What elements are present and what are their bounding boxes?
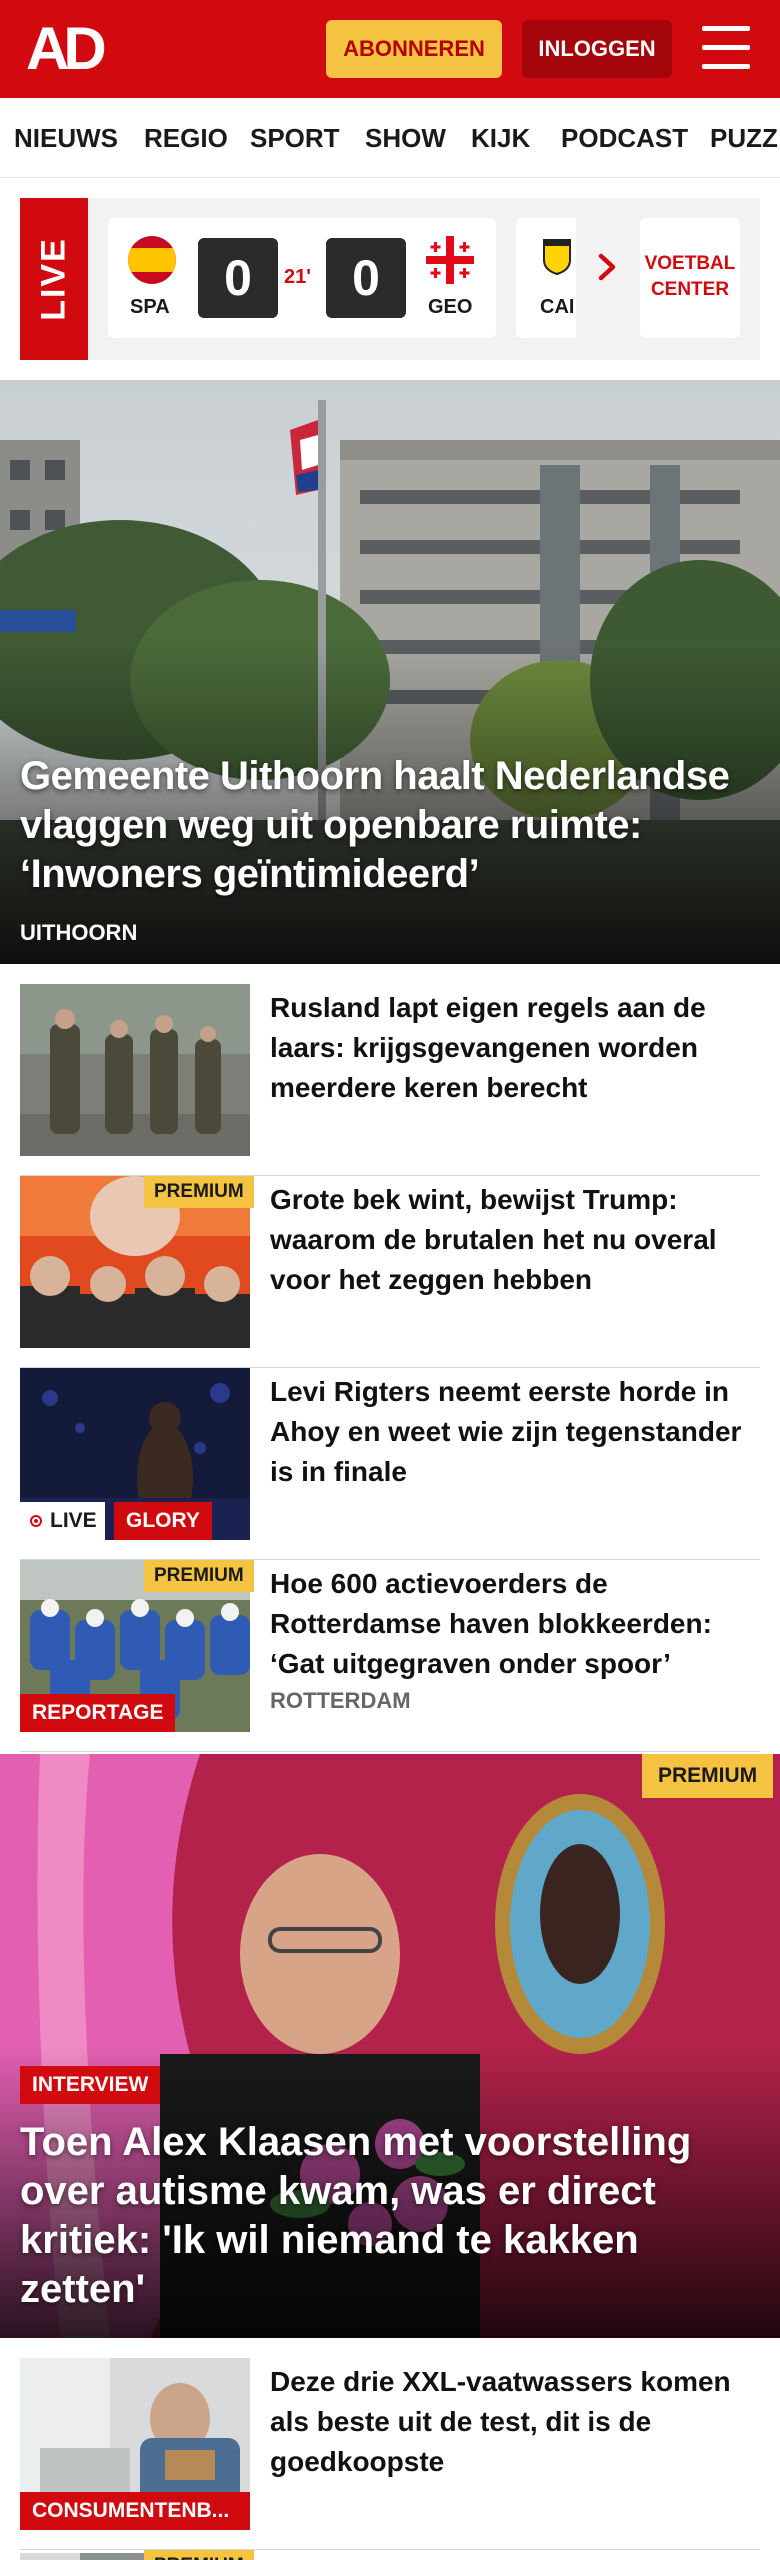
category-badge: REPORTAGE bbox=[20, 1694, 176, 1732]
article-title[interactable]: Rusland lapt eigen regels aan de laars: … bbox=[270, 988, 760, 1108]
away-team-code: GEO bbox=[428, 296, 473, 318]
main-nav: NIEUWS REGIO SPORT SHOW KIJK PODCAST PUZ… bbox=[0, 98, 780, 178]
hero-article[interactable]: Gemeente Uithoorn haalt Nederland­se vla… bbox=[0, 380, 780, 964]
article-title[interactable]: Grote bek wint, bewijst Trump: waarom de… bbox=[270, 1180, 760, 1300]
live-tag: LIVE bbox=[20, 198, 88, 360]
nav-item-show[interactable]: SHOW bbox=[365, 123, 446, 154]
premium-badge: PREMIUM bbox=[144, 1176, 254, 1208]
club-crest-icon bbox=[542, 236, 572, 276]
home-score: 0 bbox=[198, 238, 278, 318]
nav-item-sport[interactable]: SPORT bbox=[250, 123, 340, 154]
site-header: AD ABONNEREN INLOGGEN bbox=[0, 0, 780, 98]
list-item[interactable]: Rusland lapt eigen regels aan de laars: … bbox=[20, 984, 760, 1176]
article-thumbnail bbox=[20, 984, 250, 1156]
list-item[interactable]: PREMIUM bbox=[20, 2550, 760, 2560]
list-item[interactable]: LIVE GLORY Levi Rigters neemt eerste hor… bbox=[20, 1368, 760, 1560]
hero-title[interactable]: Gemeente Uithoorn haalt Nederland­se vla… bbox=[20, 752, 760, 899]
category-badge: CONSUMENTENB... bbox=[20, 2492, 250, 2530]
away-score: 0 bbox=[326, 238, 406, 318]
voetbal-center-link[interactable]: VOETBAL CENTER bbox=[640, 218, 740, 338]
nav-item-regio[interactable]: REGIO bbox=[144, 123, 228, 154]
premium-badge: PREMIUM bbox=[642, 1754, 774, 1798]
list-item[interactable]: CONSUMENTENB... Deze drie XXL-vaatwasser… bbox=[20, 2358, 760, 2550]
article-title[interactable]: Deze drie XXL-vaatwassers komen als best… bbox=[270, 2362, 760, 2482]
menu-icon[interactable] bbox=[700, 24, 752, 72]
match-card-next[interactable]: CAI bbox=[516, 218, 576, 338]
premium-badge: PREMIUM bbox=[144, 1560, 254, 1592]
hero-location: UITHOORN bbox=[20, 920, 138, 945]
article-title[interactable]: Levi Rigters neemt eerste horde in Ahoy … bbox=[270, 1372, 760, 1492]
feature-article[interactable]: PREMIUM INTERVIEW Toen Alex Klaasen met … bbox=[0, 1754, 780, 2338]
article-title[interactable]: Hoe 600 actievoerders de Rotterdamse hav… bbox=[270, 1564, 760, 1684]
match-minute: 21' bbox=[284, 266, 312, 288]
premium-badge: PREMIUM bbox=[144, 2550, 254, 2560]
live-badge: LIVE bbox=[20, 1502, 105, 1540]
category-badge: GLORY bbox=[114, 1502, 212, 1540]
nav-item-nieuws[interactable]: NIEUWS bbox=[14, 123, 118, 154]
match-card[interactable]: SPA 0 21' 0 GEO bbox=[108, 218, 496, 338]
subscribe-button[interactable]: ABONNEREN bbox=[326, 20, 502, 78]
chevron-right-icon[interactable] bbox=[592, 252, 622, 282]
georgia-flag-icon bbox=[426, 236, 474, 284]
article-location: ROTTERDAM bbox=[270, 1688, 411, 1713]
next-team-code: CAI bbox=[540, 296, 575, 318]
spain-flag-icon bbox=[128, 236, 176, 284]
ad-logo[interactable]: AD bbox=[26, 19, 116, 79]
feature-title[interactable]: Toen Alex Klaasen met voorstelling over … bbox=[20, 2118, 760, 2314]
list-item[interactable]: PREMIUM REPORTAGE Hoe 600 actievoerders … bbox=[20, 1560, 760, 1752]
list-item[interactable]: PREMIUM Grote bek wint, bewijst Trump: w… bbox=[20, 1176, 760, 1368]
login-button[interactable]: INLOGGEN bbox=[522, 20, 672, 78]
live-scores-strip: LIVE SPA 0 21' 0 GEO CAI VOETBAL CENTER bbox=[20, 198, 760, 360]
nav-item-puzzel[interactable]: PUZZ bbox=[710, 123, 778, 154]
home-team-code: SPA bbox=[130, 296, 170, 318]
nav-item-podcast[interactable]: PODCAST bbox=[561, 123, 688, 154]
nav-item-kijk[interactable]: KIJK bbox=[471, 123, 530, 154]
category-badge: INTERVIEW bbox=[20, 2066, 161, 2104]
